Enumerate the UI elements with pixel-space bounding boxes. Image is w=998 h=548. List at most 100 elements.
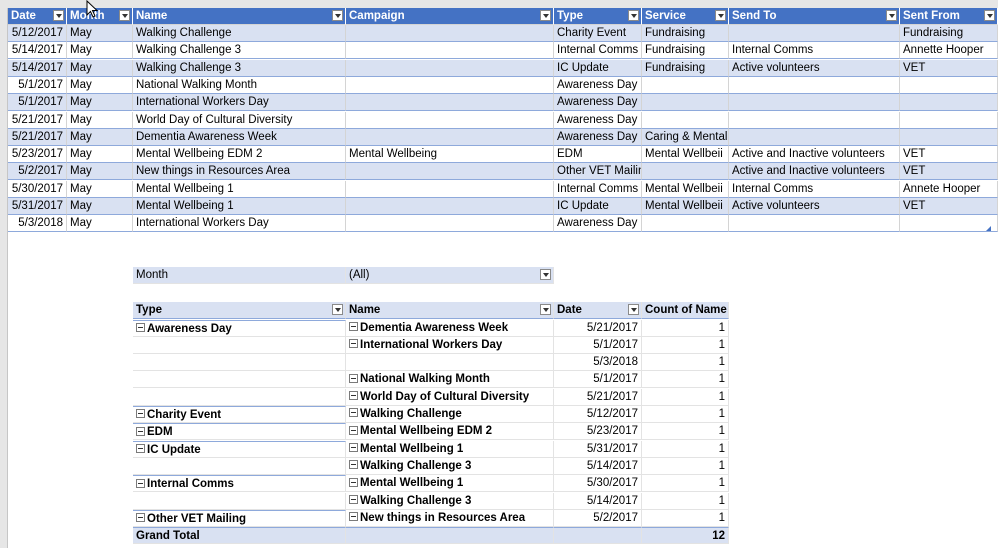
pivot-cell-type[interactable]: EDM (133, 423, 346, 441)
pivot-cell-name[interactable]: Mental Wellbeing 1 (346, 440, 554, 458)
cell-send-to[interactable]: Active and Inactive volunteers (729, 163, 900, 181)
cell-sent-from[interactable] (900, 215, 998, 233)
pivot-cell-count[interactable]: 1 (642, 406, 729, 423)
cell-name[interactable]: Walking Challenge 3 (133, 59, 346, 77)
cell-send-to[interactable]: Active volunteers (729, 59, 900, 77)
cell-date[interactable]: 5/21/2017 (8, 111, 67, 129)
filter-dropdown-icon[interactable] (53, 10, 64, 21)
cell-sent-from[interactable]: Fundraising (900, 25, 998, 42)
pivot-cell-date[interactable]: 5/23/2017 (554, 423, 642, 441)
filter-dropdown-icon[interactable] (886, 10, 897, 21)
col-header-service[interactable]: Service (642, 8, 729, 25)
col-header-type[interactable]: Type (554, 8, 642, 25)
cell-month[interactable]: May (67, 180, 133, 198)
cell-campaign[interactable] (346, 128, 554, 146)
cell-type[interactable]: EDM (554, 146, 642, 164)
cell-service[interactable]: Fundraising (642, 59, 729, 77)
cell-send-to[interactable] (729, 215, 900, 233)
cell-send-to[interactable]: Active and Inactive volunteers (729, 146, 900, 164)
collapse-minus-icon[interactable] (349, 391, 358, 401)
collapse-minus-icon[interactable] (136, 409, 145, 419)
cell-date[interactable]: 5/14/2017 (8, 42, 67, 60)
cell-month[interactable]: May (67, 163, 133, 181)
cell-month[interactable]: May (67, 59, 133, 77)
pivot-cell-type[interactable]: Internal Comms (133, 475, 346, 493)
filter-dropdown-icon[interactable] (332, 304, 343, 315)
pivot-cell-date[interactable]: 5/3/2018 (554, 354, 642, 372)
pivot-cell-type[interactable] (133, 354, 346, 372)
cell-name[interactable]: Mental Wellbeing 1 (133, 198, 346, 215)
cell-campaign[interactable] (346, 180, 554, 198)
cell-service[interactable] (642, 111, 729, 129)
pivot-cell-date[interactable]: 5/12/2017 (554, 406, 642, 423)
collapse-minus-icon[interactable] (349, 373, 358, 383)
cell-date[interactable]: 5/1/2017 (8, 76, 67, 94)
pivot-cell-type[interactable]: Charity Event (133, 406, 346, 423)
cell-sent-from[interactable] (900, 111, 998, 129)
cell-send-to[interactable] (729, 76, 900, 94)
pivot-cell-type[interactable] (133, 336, 346, 354)
cell-type[interactable]: IC Update (554, 59, 642, 77)
cell-service[interactable]: Mental Wellbeii (642, 198, 729, 215)
cell-name[interactable]: International Workers Day (133, 94, 346, 112)
cell-name[interactable]: Dementia Awareness Week (133, 128, 346, 146)
pivot-cell-name[interactable]: National Walking Month (346, 371, 554, 389)
pivot-cell-name[interactable] (346, 354, 554, 372)
cell-name[interactable]: Walking Challenge 3 (133, 42, 346, 60)
pivot-cell-name[interactable]: Dementia Awareness Week (346, 319, 554, 337)
collapse-minus-icon[interactable] (349, 494, 358, 504)
filter-dropdown-icon[interactable] (540, 304, 551, 315)
cell-campaign[interactable] (346, 215, 554, 233)
pivot-cell-type[interactable] (133, 492, 346, 510)
cell-month[interactable]: May (67, 25, 133, 42)
cell-name[interactable]: International Workers Day (133, 215, 346, 233)
pivot-cell-count[interactable]: 1 (642, 509, 729, 527)
filter-dropdown-icon[interactable] (332, 10, 343, 21)
cell-sent-from[interactable]: VET (900, 59, 998, 77)
cell-sent-from[interactable]: Annette Hooper (900, 42, 998, 60)
col-header-sent-from[interactable]: Sent From (900, 8, 998, 25)
pivot-cell-count[interactable]: 1 (642, 319, 729, 337)
cell-campaign[interactable] (346, 76, 554, 94)
pivot-cell-name[interactable]: Walking Challenge 3 (346, 492, 554, 510)
cell-date[interactable]: 5/1/2017 (8, 94, 67, 112)
cell-campaign[interactable]: Mental Wellbeing (346, 146, 554, 164)
collapse-minus-icon[interactable] (349, 321, 358, 331)
cell-send-to[interactable] (729, 25, 900, 42)
collapse-minus-icon[interactable] (349, 477, 358, 487)
cell-name[interactable]: Mental Wellbeing 1 (133, 180, 346, 198)
collapse-minus-icon[interactable] (349, 339, 358, 349)
cell-month[interactable]: May (67, 215, 133, 233)
pivot-header-type[interactable]: Type (133, 302, 346, 319)
collapse-minus-icon[interactable] (349, 512, 358, 522)
pivot-cell-count[interactable]: 1 (642, 440, 729, 458)
cell-type[interactable]: Awareness Day (554, 76, 642, 94)
cell-month[interactable]: May (67, 146, 133, 164)
cell-name[interactable]: Walking Challenge (133, 25, 346, 42)
pivot-cell-type[interactable] (133, 457, 346, 475)
cell-send-to[interactable] (729, 94, 900, 112)
cell-type[interactable]: Internal Comms (554, 180, 642, 198)
filter-dropdown-icon[interactable] (984, 10, 995, 21)
cell-campaign[interactable] (346, 59, 554, 77)
row-header-strip[interactable] (0, 8, 8, 548)
pivot-cell-count[interactable]: 1 (642, 354, 729, 372)
pivot-cell-count[interactable]: 1 (642, 457, 729, 475)
cell-service[interactable]: Mental Wellbeii (642, 180, 729, 198)
pivot-cell-name[interactable]: Walking Challenge (346, 406, 554, 423)
cell-month[interactable]: May (67, 198, 133, 215)
collapse-minus-icon[interactable] (349, 460, 358, 470)
cell-send-to[interactable]: Internal Comms (729, 180, 900, 198)
pivot-cell-count[interactable]: 1 (642, 492, 729, 510)
cell-type[interactable]: IC Update (554, 198, 642, 215)
collapse-minus-icon[interactable] (136, 322, 145, 332)
pivot-cell-date[interactable]: 5/14/2017 (554, 492, 642, 510)
cell-sent-from[interactable]: VET (900, 163, 998, 181)
cell-month[interactable]: May (67, 42, 133, 60)
cell-date[interactable]: 5/30/2017 (8, 180, 67, 198)
cell-service[interactable]: Mental Wellbeii (642, 146, 729, 164)
cell-date[interactable]: 5/21/2017 (8, 128, 67, 146)
pivot-cell-name[interactable]: Mental Wellbeing 1 (346, 475, 554, 493)
pivot-cell-type[interactable] (133, 388, 346, 406)
pivot-cell-date[interactable]: 5/30/2017 (554, 475, 642, 493)
